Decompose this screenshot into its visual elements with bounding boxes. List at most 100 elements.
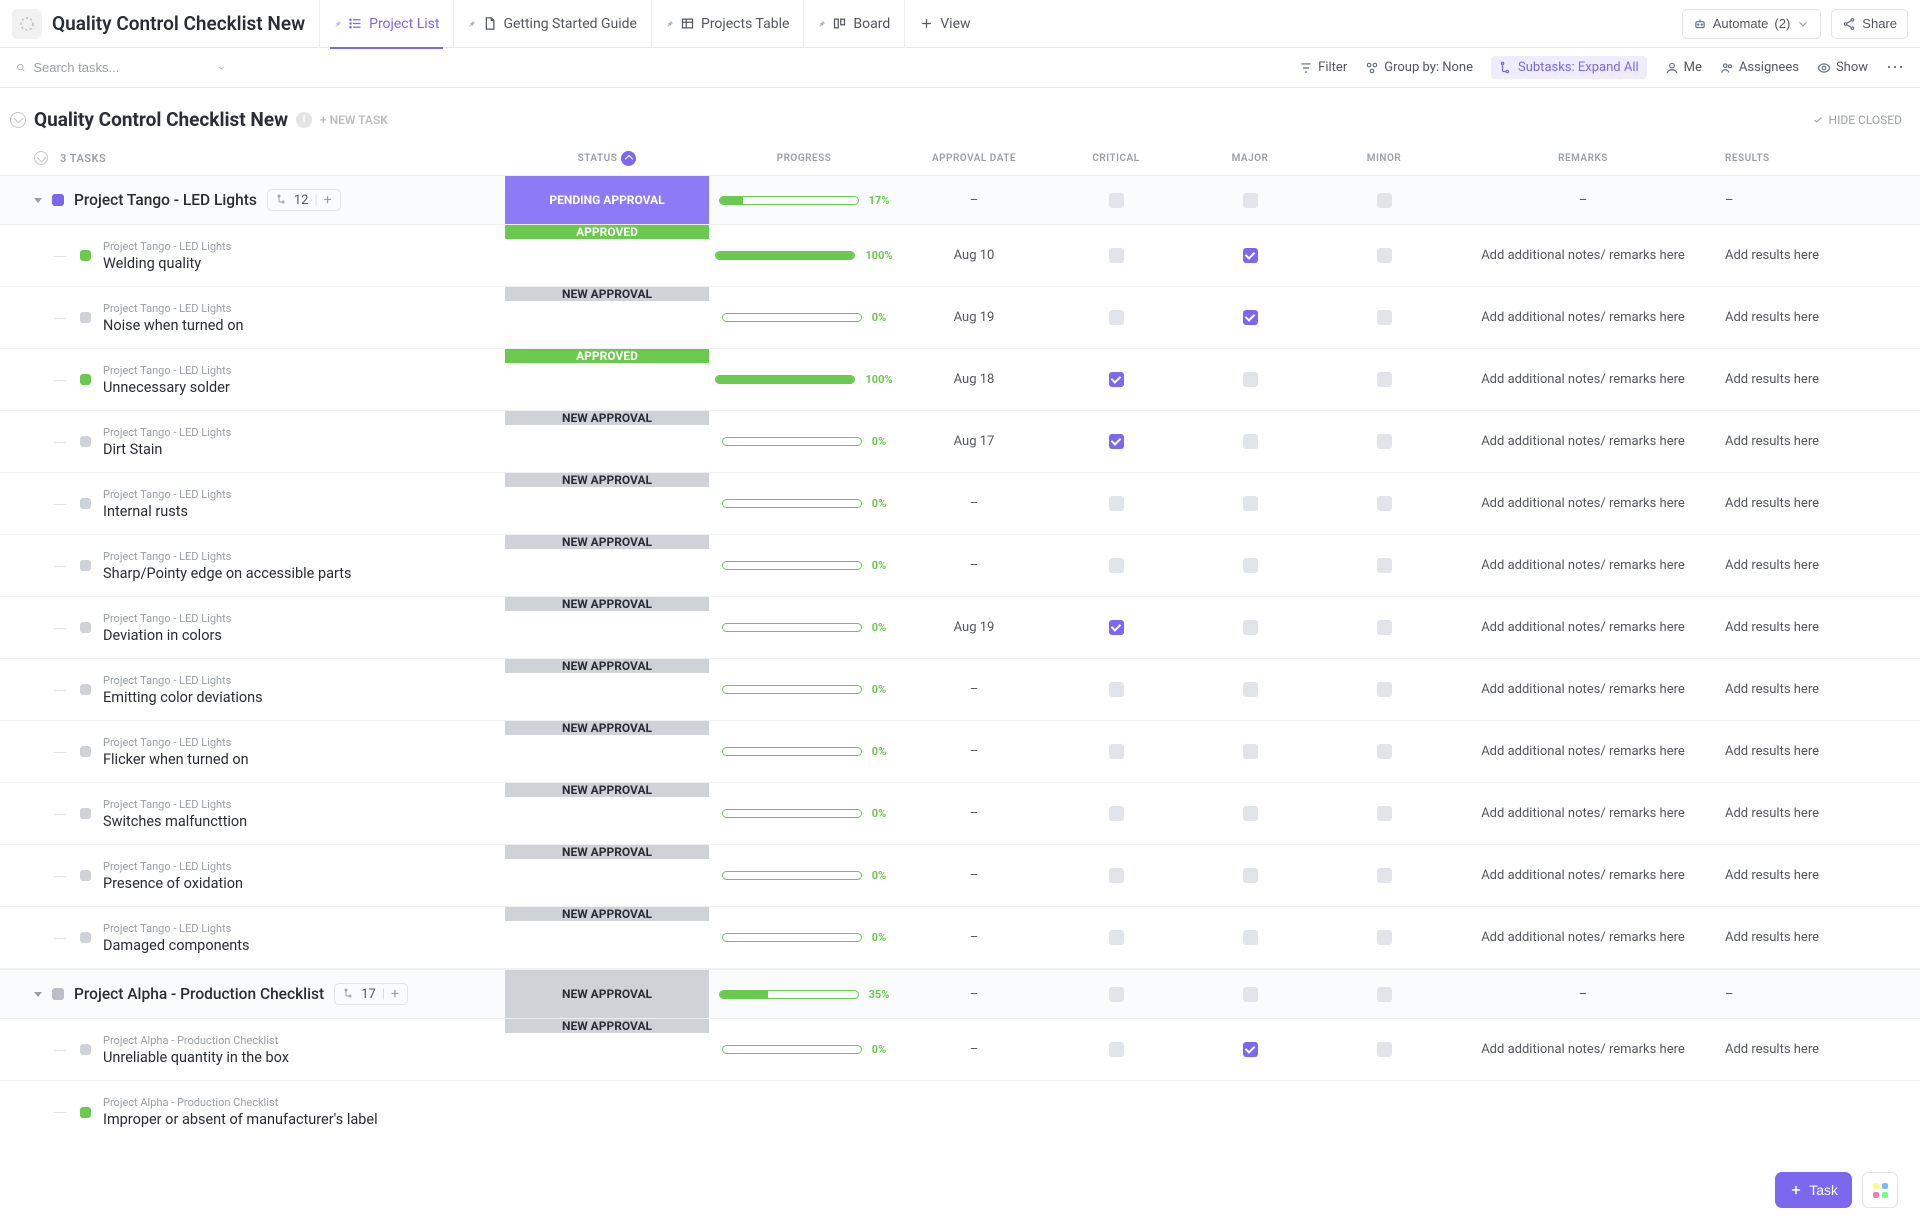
checkbox[interactable] bbox=[1109, 987, 1124, 1002]
checkbox[interactable] bbox=[1243, 1042, 1258, 1057]
checkbox[interactable] bbox=[1377, 744, 1392, 759]
remarks-cell[interactable]: Add additional notes/ remarks here bbox=[1451, 225, 1715, 286]
date-cell[interactable]: – bbox=[899, 193, 1049, 208]
status-swatch[interactable] bbox=[80, 870, 91, 881]
remarks-cell[interactable]: – bbox=[1451, 193, 1715, 208]
task-name-cell[interactable]: Project Tango - LED LightsWelding qualit… bbox=[10, 225, 505, 286]
date-cell[interactable]: – bbox=[899, 907, 1049, 968]
group-row[interactable]: Project Alpha - Production Checklist17|+… bbox=[0, 969, 1920, 1019]
checkbox[interactable] bbox=[1109, 806, 1124, 821]
status-swatch[interactable] bbox=[80, 746, 91, 757]
checkbox[interactable] bbox=[1377, 496, 1392, 511]
status-cell[interactable]: NEW APPROVAL bbox=[505, 411, 709, 425]
checkbox[interactable] bbox=[1109, 744, 1124, 759]
checkbox[interactable] bbox=[1109, 558, 1124, 573]
results-cell[interactable]: Add results here bbox=[1715, 473, 1835, 534]
more-menu[interactable]: ⋯ bbox=[1886, 57, 1904, 78]
show-button[interactable]: Show bbox=[1817, 60, 1868, 75]
checkbox[interactable] bbox=[1243, 248, 1258, 263]
group-title-area[interactable]: Project Tango - LED Lights12|+ bbox=[10, 189, 505, 211]
results-cell[interactable]: Add results here bbox=[1715, 721, 1835, 782]
checkbox[interactable] bbox=[1377, 1042, 1392, 1057]
task-row[interactable]: Project Tango - LED LightsInternal rusts… bbox=[0, 473, 1920, 535]
date-cell[interactable]: Aug 19 bbox=[899, 287, 1049, 348]
progress-cell[interactable]: 100% bbox=[709, 225, 899, 286]
progress-cell[interactable]: 0% bbox=[709, 597, 899, 658]
checkbox[interactable] bbox=[1243, 930, 1258, 945]
checkbox[interactable] bbox=[1243, 310, 1258, 325]
task-row[interactable]: Project Tango - LED LightsDeviation in c… bbox=[0, 597, 1920, 659]
task-name-cell[interactable]: Project Tango - LED LightsDirt Stain bbox=[10, 411, 505, 472]
task-row[interactable]: Project Tango - LED LightsSwitches malfu… bbox=[0, 783, 1920, 845]
task-name-cell[interactable]: Project Tango - LED LightsNoise when tur… bbox=[10, 287, 505, 348]
checkbox[interactable] bbox=[1377, 434, 1392, 449]
progress-cell[interactable]: 0% bbox=[709, 473, 899, 534]
checkbox[interactable] bbox=[1377, 310, 1392, 325]
info-icon[interactable]: i bbox=[296, 112, 312, 128]
checkbox[interactable] bbox=[1243, 620, 1258, 635]
status-swatch[interactable] bbox=[80, 1107, 91, 1118]
plus-icon[interactable]: + bbox=[324, 192, 332, 208]
date-cell[interactable]: – bbox=[899, 845, 1049, 906]
results-cell[interactable]: Add results here bbox=[1715, 287, 1835, 348]
status-cell[interactable]: NEW APPROVAL bbox=[505, 535, 709, 549]
status-swatch[interactable] bbox=[80, 560, 91, 571]
date-cell[interactable]: Aug 10 bbox=[899, 225, 1049, 286]
checkbox[interactable] bbox=[1109, 248, 1124, 263]
checkbox[interactable] bbox=[1243, 558, 1258, 573]
checkbox[interactable] bbox=[1243, 496, 1258, 511]
checkbox[interactable] bbox=[1109, 1042, 1124, 1057]
task-name-cell[interactable]: Project Tango - LED LightsSwitches malfu… bbox=[10, 783, 505, 844]
task-row[interactable]: Project Tango - LED LightsEmitting color… bbox=[0, 659, 1920, 721]
status-cell[interactable]: PENDING APPROVAL bbox=[505, 176, 709, 224]
new-task-fab[interactable]: Task bbox=[1775, 1172, 1852, 1208]
task-name-cell[interactable]: Project Tango - LED LightsInternal rusts bbox=[10, 473, 505, 534]
status-swatch[interactable] bbox=[80, 312, 91, 323]
checkbox[interactable] bbox=[1377, 558, 1392, 573]
tab-getting-started-guide[interactable]: Getting Started Guide bbox=[453, 0, 651, 48]
progress-cell[interactable]: 0% bbox=[709, 287, 899, 348]
checkbox[interactable] bbox=[1109, 930, 1124, 945]
assignees-button[interactable]: Assignees bbox=[1720, 60, 1799, 75]
task-row[interactable]: Project Tango - LED LightsDirt StainNEW … bbox=[0, 411, 1920, 473]
status-cell[interactable]: NEW APPROVAL bbox=[505, 473, 709, 487]
subtasks-button[interactable]: Subtasks: Expand All bbox=[1491, 56, 1647, 79]
task-name-cell[interactable]: Project Alpha - Production ChecklistUnre… bbox=[10, 1019, 505, 1080]
hide-closed-button[interactable]: HIDE CLOSED bbox=[1812, 113, 1902, 127]
checkbox[interactable] bbox=[1109, 868, 1124, 883]
status-cell[interactable]: NEW APPROVAL bbox=[505, 1019, 709, 1033]
checkbox[interactable] bbox=[1109, 434, 1124, 449]
remarks-cell[interactable]: Add additional notes/ remarks here bbox=[1451, 287, 1715, 348]
share-button[interactable]: Share bbox=[1831, 9, 1908, 39]
tab-project-list[interactable]: Project List bbox=[319, 0, 453, 48]
progress-cell[interactable]: 0% bbox=[709, 783, 899, 844]
col-header-status[interactable]: STATUS bbox=[505, 151, 709, 166]
results-cell[interactable]: – bbox=[1715, 193, 1835, 208]
checkbox[interactable] bbox=[1243, 868, 1258, 883]
status-cell[interactable]: NEW APPROVAL bbox=[505, 970, 709, 1018]
tab-projects-table[interactable]: Projects Table bbox=[651, 0, 803, 48]
task-row[interactable]: Project Tango - LED LightsUnnecessary so… bbox=[0, 349, 1920, 411]
chevron-down-icon[interactable] bbox=[217, 61, 226, 75]
progress-cell[interactable]: 0% bbox=[709, 907, 899, 968]
me-button[interactable]: Me bbox=[1665, 60, 1702, 75]
groupby-button[interactable]: Group by: None bbox=[1365, 60, 1473, 75]
results-cell[interactable]: Add results here bbox=[1715, 349, 1835, 410]
date-cell[interactable]: – bbox=[899, 783, 1049, 844]
checkbox[interactable] bbox=[1109, 496, 1124, 511]
date-cell[interactable]: – bbox=[899, 659, 1049, 720]
status-swatch[interactable] bbox=[80, 808, 91, 819]
checkbox[interactable] bbox=[1377, 620, 1392, 635]
remarks-cell[interactable]: Add additional notes/ remarks here bbox=[1451, 845, 1715, 906]
checkbox[interactable] bbox=[1243, 434, 1258, 449]
remarks-cell[interactable]: Add additional notes/ remarks here bbox=[1451, 659, 1715, 720]
results-cell[interactable]: – bbox=[1715, 987, 1835, 1002]
checkbox[interactable] bbox=[1243, 744, 1258, 759]
task-row[interactable]: Project Tango - LED LightsNoise when tur… bbox=[0, 287, 1920, 349]
progress-cell[interactable]: 0% bbox=[709, 845, 899, 906]
task-name-cell[interactable]: Project Tango - LED LightsPresence of ox… bbox=[10, 845, 505, 906]
task-name-cell[interactable]: Project Tango - LED LightsEmitting color… bbox=[10, 659, 505, 720]
subtask-count-badge[interactable]: 12|+ bbox=[267, 189, 341, 211]
progress-cell[interactable]: 100% bbox=[709, 349, 899, 410]
results-cell[interactable]: Add results here bbox=[1715, 535, 1835, 596]
